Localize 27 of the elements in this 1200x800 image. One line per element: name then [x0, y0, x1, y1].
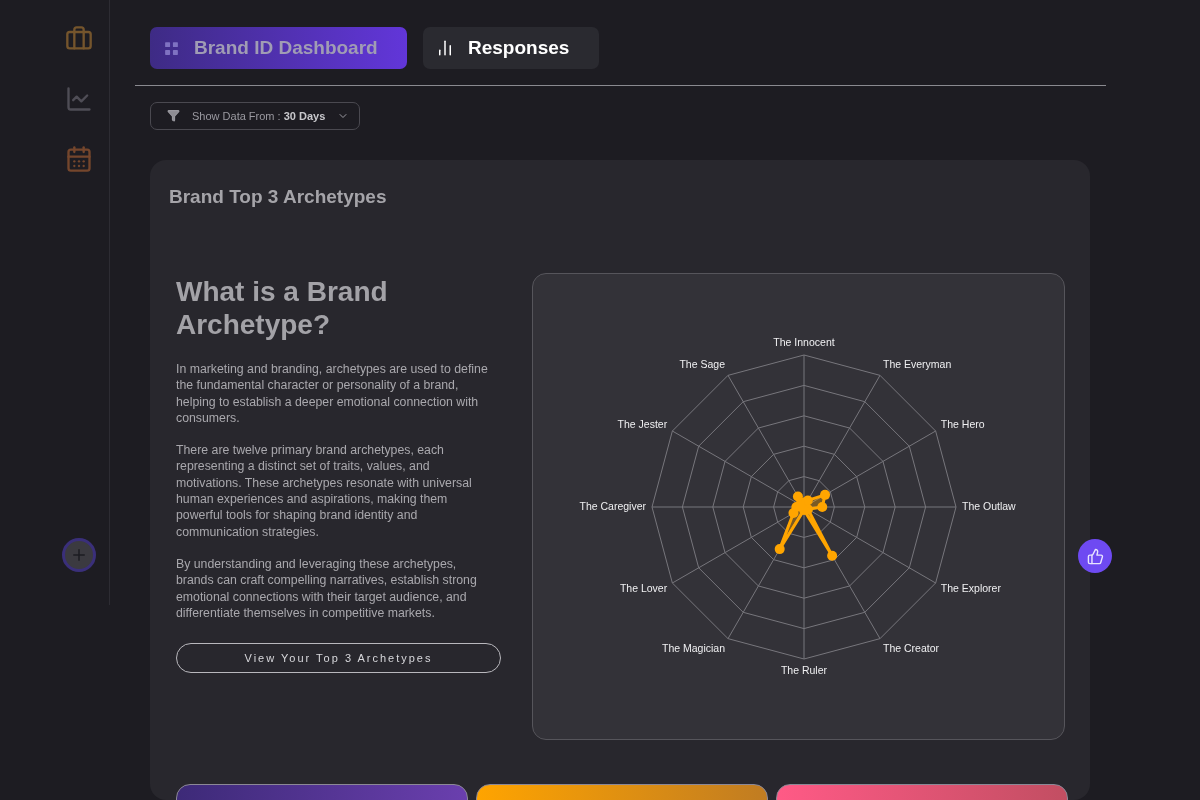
plus-icon — [70, 546, 88, 564]
description-paragraph: By understanding and leveraging these archetypes, brands can craft compelling narratives, establish strong emotional connections with their target audience, and differentiate themselves in competitive markets. — [176, 555, 478, 622]
tab[interactable]: Responses — [423, 27, 599, 69]
feedback-button[interactable] — [1078, 539, 1112, 573]
axis-label: The Everyman — [883, 357, 952, 370]
card-title: Brand Top 3 Archetypes — [169, 185, 388, 208]
date-filter-dropdown[interactable]: Show Data From : 30 Days — [150, 102, 360, 130]
axis-label: The Explorer — [940, 581, 1001, 594]
description-paragraph: There are twelve primary brand archetypes, each representing a distinct set of traits, values, and motivations. These archetypes resonate with universal human experiences and aspirations, making them powerful tools for shaping brand identity and communication strategies. — [176, 442, 473, 540]
axis-label: The Innocent — [773, 335, 835, 348]
bar-chart-icon — [436, 39, 454, 57]
axis-label: The Magician — [661, 641, 725, 654]
axis-label: The Jester — [617, 417, 668, 430]
axis-label: The Caregiver — [579, 499, 646, 512]
description-paragraph: In marketing and branding, archetypes are used to define the fundamental character or personality of a brand, helping to establish a deeper emotional connection with consumers. — [176, 360, 489, 427]
grid-icon — [163, 39, 180, 57]
axis-label: The Ruler — [780, 663, 828, 676]
axis-label: The Sage — [679, 357, 725, 370]
add-button[interactable] — [62, 538, 96, 572]
axis-label: The Outlaw — [962, 499, 1016, 512]
thumbs-up-icon — [1086, 547, 1104, 565]
filter-icon — [167, 109, 180, 123]
radar-data-shape — [774, 489, 838, 561]
axis-label: The Creator — [883, 641, 940, 654]
section-heading: What is a Brand Archetype? — [176, 274, 389, 341]
axis-label: The Hero — [940, 417, 985, 430]
axis-label: The Lover — [619, 581, 668, 594]
